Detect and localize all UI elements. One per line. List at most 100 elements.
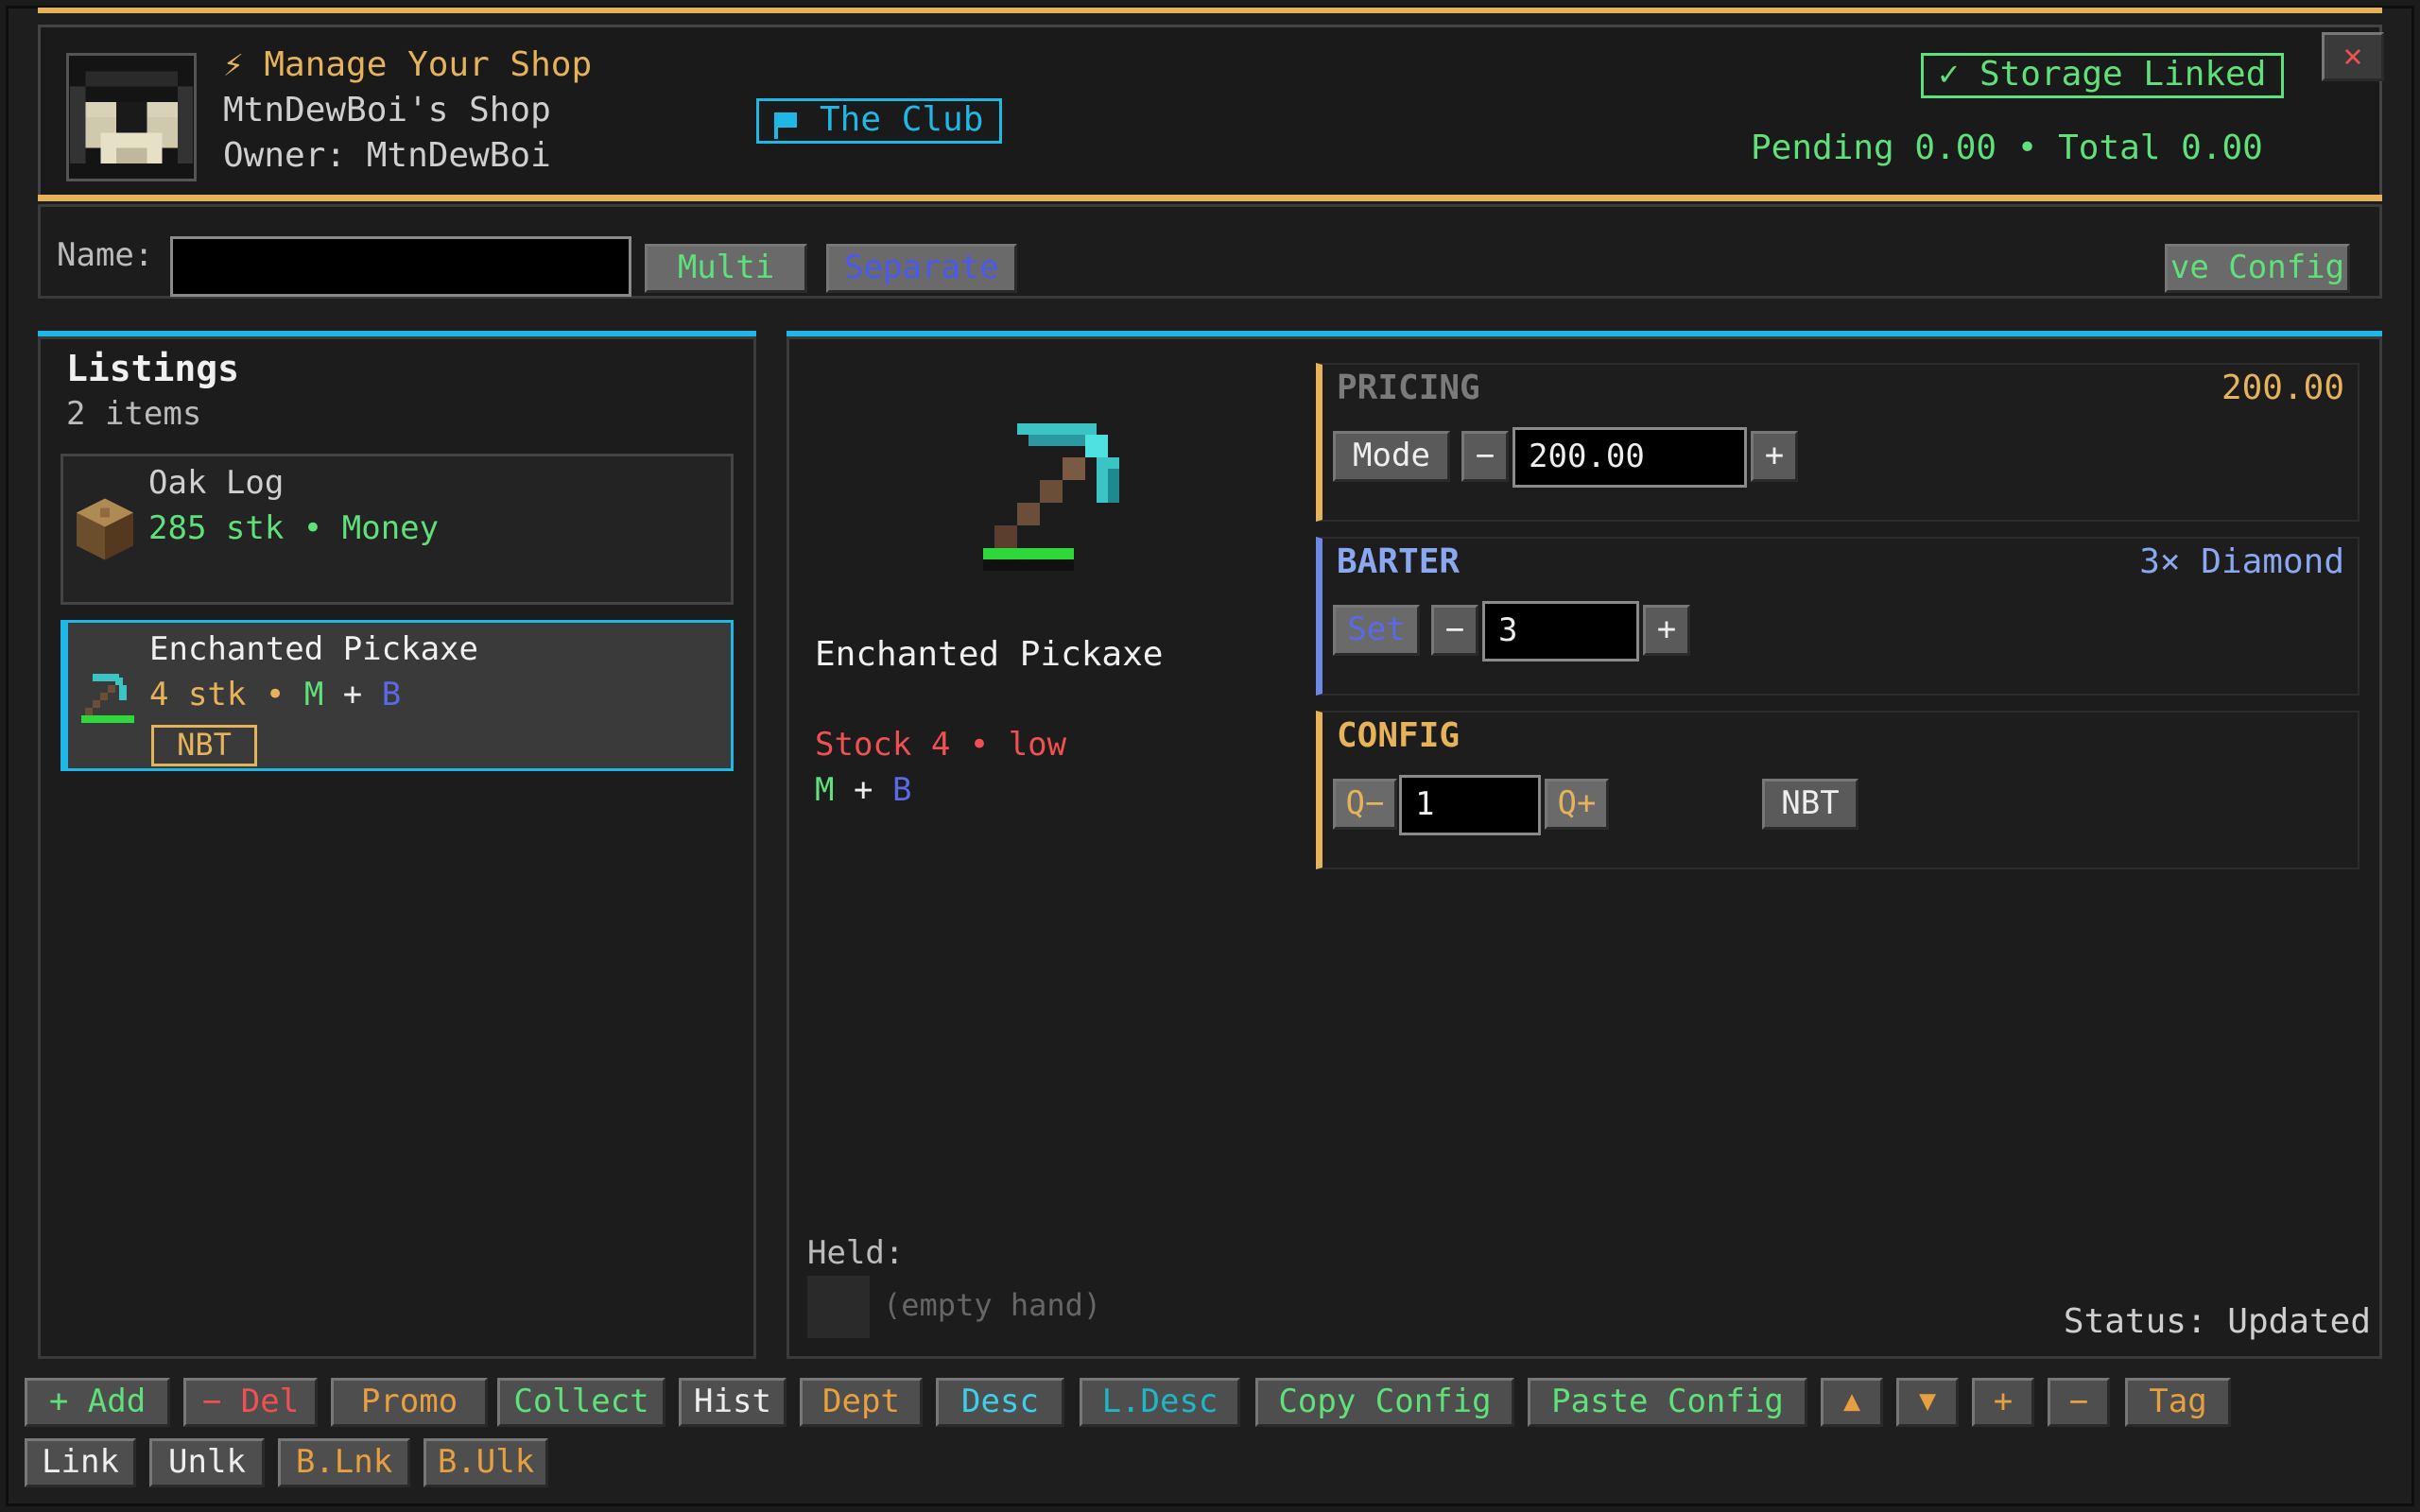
tag-label: Tag bbox=[2149, 1383, 2207, 1420]
plus-icon: + bbox=[1993, 1383, 2014, 1420]
pricing-title: PRICING bbox=[1337, 369, 1480, 407]
detail-money-tag: M bbox=[815, 771, 835, 809]
pricing-value: 200.00 bbox=[2221, 369, 2344, 407]
page-title: ⚡ Manage Your Shop bbox=[223, 45, 593, 84]
collect-label: Collect bbox=[513, 1383, 649, 1420]
listings-title: Listings bbox=[66, 348, 240, 389]
barter-summary: 3× Diamond bbox=[2139, 542, 2344, 581]
mode-button[interactable]: Mode bbox=[1333, 431, 1450, 482]
shop-owner: Owner: MtnDewBoi bbox=[223, 136, 551, 175]
club-label: The Club bbox=[820, 100, 984, 139]
top-accent-bar bbox=[38, 8, 2382, 13]
status-text: Status: Updated bbox=[2063, 1302, 2371, 1341]
collect-button[interactable]: Collect bbox=[497, 1378, 666, 1427]
qty-minus-button[interactable]: Q− bbox=[1333, 779, 1397, 830]
save-config-button[interactable]: ve Config bbox=[2165, 244, 2350, 293]
move-down-button[interactable]: ▼ bbox=[1896, 1378, 1959, 1427]
add-label: + Add bbox=[48, 1383, 147, 1420]
close-icon: ✕ bbox=[2342, 37, 2363, 75]
qty-plus-button[interactable]: Q+ bbox=[1545, 779, 1609, 830]
close-button[interactable]: ✕ bbox=[2322, 32, 2384, 81]
nbt-button-label: NBT bbox=[1781, 784, 1840, 822]
storage-linked-label: ✓ Storage Linked bbox=[1938, 55, 2267, 94]
list-item-mode: Money bbox=[341, 509, 440, 547]
minus-icon: − bbox=[1475, 437, 1495, 474]
list-item-barter-tag: B bbox=[381, 676, 402, 713]
list-item-stock: 4 stk bbox=[149, 676, 247, 713]
paste-config-button[interactable]: Paste Config bbox=[1528, 1378, 1807, 1427]
promo-button[interactable]: Promo bbox=[331, 1378, 488, 1427]
detail-modes: M + B bbox=[815, 771, 911, 809]
price-minus-button[interactable]: − bbox=[1461, 431, 1509, 482]
list-item-dot: • bbox=[265, 676, 285, 713]
config-qty-value: 1 bbox=[1415, 785, 1435, 823]
list-item-plus: + bbox=[342, 676, 363, 713]
barter-qty-value: 3 bbox=[1498, 611, 1518, 649]
plus-icon: + bbox=[1764, 437, 1785, 474]
list-item[interactable]: Enchanted Pickaxe 4 stk • M + B NBT bbox=[60, 620, 734, 771]
barter-set-button[interactable]: Set bbox=[1333, 605, 1420, 656]
history-label: Hist bbox=[694, 1383, 771, 1420]
copy-config-label: Copy Config bbox=[1278, 1383, 1492, 1420]
copy-config-button[interactable]: Copy Config bbox=[1255, 1378, 1514, 1427]
separate-label: Separate bbox=[844, 249, 999, 286]
increase-button[interactable]: + bbox=[1972, 1378, 2034, 1427]
unlink-label: Unlk bbox=[168, 1443, 246, 1481]
delete-button[interactable]: − Del bbox=[183, 1378, 318, 1427]
qty-minus-label: Q− bbox=[1345, 784, 1385, 822]
add-button[interactable]: + Add bbox=[25, 1378, 170, 1427]
minus-icon: − bbox=[2068, 1383, 2089, 1420]
tag-button[interactable]: Tag bbox=[2125, 1378, 2231, 1427]
promo-label: Promo bbox=[360, 1383, 458, 1420]
listings-count: 2 items bbox=[66, 395, 202, 433]
detail-stock: Stock 4 • low bbox=[815, 726, 1067, 764]
set-label: Set bbox=[1347, 610, 1406, 648]
club-badge[interactable]: The Club bbox=[756, 98, 1002, 144]
minus-icon: − bbox=[1444, 610, 1465, 648]
dept-label: Dept bbox=[822, 1383, 900, 1420]
nbt-badge-label: NBT bbox=[177, 727, 232, 763]
save-config-label: ve Config bbox=[2169, 249, 2345, 286]
move-up-button[interactable]: ▲ bbox=[1821, 1378, 1883, 1427]
separate-button[interactable]: Separate bbox=[826, 244, 1017, 293]
desc-button[interactable]: Desc bbox=[936, 1378, 1064, 1427]
list-item-name: Oak Log bbox=[148, 464, 285, 502]
list-item-money-tag: M bbox=[303, 676, 324, 713]
mode-label: Mode bbox=[1353, 437, 1430, 474]
barter-plus-button[interactable]: + bbox=[1643, 605, 1690, 656]
list-item[interactable]: Oak Log 285 stk • Money bbox=[60, 454, 734, 605]
nbt-button[interactable]: NBT bbox=[1762, 779, 1858, 830]
barter-link-label: B.Lnk bbox=[295, 1443, 393, 1481]
list-item-stock: 285 stk bbox=[148, 509, 285, 547]
detail-plus: + bbox=[853, 771, 873, 809]
paste-config-label: Paste Config bbox=[1551, 1383, 1784, 1420]
price-plus-button[interactable]: + bbox=[1751, 431, 1798, 482]
held-value: (empty hand) bbox=[883, 1287, 1102, 1323]
price-input-value: 200.00 bbox=[1529, 438, 1645, 475]
multi-button[interactable]: Multi bbox=[645, 244, 807, 293]
dept-button[interactable]: Dept bbox=[800, 1378, 923, 1427]
barter-link-button[interactable]: B.Lnk bbox=[278, 1438, 410, 1487]
unlink-button[interactable]: Unlk bbox=[149, 1438, 265, 1487]
held-slot[interactable] bbox=[807, 1276, 870, 1338]
config-qty-input[interactable]: 1 bbox=[1399, 775, 1541, 835]
price-input[interactable]: 200.00 bbox=[1512, 427, 1747, 488]
name-input[interactable] bbox=[170, 236, 631, 297]
multi-label: Multi bbox=[677, 249, 775, 286]
link-button[interactable]: Link bbox=[25, 1438, 136, 1487]
detail-barter-tag: B bbox=[891, 771, 912, 809]
decrease-button[interactable]: − bbox=[2048, 1378, 2110, 1427]
barter-unlink-button[interactable]: B.Ulk bbox=[424, 1438, 548, 1487]
barter-qty-input[interactable]: 3 bbox=[1482, 601, 1639, 662]
pickaxe-icon bbox=[983, 412, 1142, 575]
long-desc-button[interactable]: L.Desc bbox=[1080, 1378, 1240, 1427]
list-item-name: Enchanted Pickaxe bbox=[149, 630, 478, 668]
name-label: Name: bbox=[57, 236, 154, 274]
storage-linked-badge[interactable]: ✓ Storage Linked bbox=[1921, 53, 2284, 98]
barter-unlink-label: B.Ulk bbox=[437, 1443, 535, 1481]
long-desc-label: L.Desc bbox=[1101, 1383, 1219, 1420]
barter-minus-button[interactable]: − bbox=[1431, 605, 1478, 656]
player-head-icon bbox=[66, 53, 197, 181]
arrow-up-icon: ▲ bbox=[1842, 1384, 1861, 1418]
history-button[interactable]: Hist bbox=[679, 1378, 786, 1427]
